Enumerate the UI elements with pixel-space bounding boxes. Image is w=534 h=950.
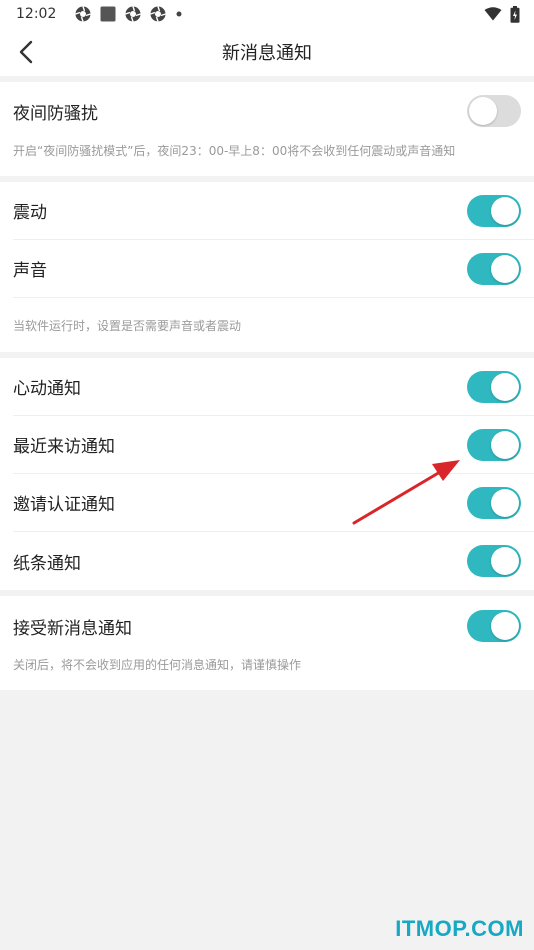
alert-section: 震动 声音 当软件运行时，设置是否需要声音或者震动: [0, 182, 534, 352]
aperture-icon: [150, 6, 167, 22]
sound-label: 声音: [13, 261, 47, 281]
note-notify-toggle[interactable]: [467, 545, 521, 577]
toggle-knob: [491, 488, 519, 517]
heartbeat-notify-toggle[interactable]: [467, 370, 521, 403]
chevron-left-icon: [19, 40, 33, 64]
vibrate-label: 震动: [13, 203, 47, 223]
sound-row: 声音: [13, 240, 534, 298]
note-notify-row: 纸条通知: [13, 532, 534, 590]
app-bar: 新消息通知: [0, 28, 534, 76]
aperture-icon: [75, 6, 92, 22]
vibrate-toggle[interactable]: [467, 194, 521, 227]
status-left: 12:02: [16, 6, 183, 22]
receive-section: 接受新消息通知 关闭后，将不会收到应用的任何消息通知，请谨慎操作: [0, 596, 534, 690]
sound-toggle[interactable]: [467, 252, 521, 285]
receive-notify-toggle[interactable]: [467, 610, 521, 642]
toggle-knob: [469, 97, 497, 125]
heartbeat-notify-row: 心动通知: [13, 358, 534, 416]
receive-notify-row: 接受新消息通知: [13, 596, 534, 656]
toggle-knob: [491, 196, 519, 225]
toggle-knob: [491, 372, 519, 401]
vibrate-row: 震动: [13, 182, 534, 240]
receive-hint: 关闭后，将不会收到应用的任何消息通知，请谨慎操作: [13, 658, 302, 672]
alert-hint: 当软件运行时，设置是否需要声音或者震动: [13, 318, 242, 333]
recent-visit-notify-label: 最近来访通知: [13, 437, 115, 457]
toggle-knob: [491, 430, 519, 459]
status-bar: 12:02: [0, 0, 534, 28]
dot-icon: [176, 11, 182, 17]
recent-visit-notify-toggle[interactable]: [467, 428, 521, 461]
status-right: [484, 5, 520, 23]
toggle-knob: [491, 254, 519, 283]
note-notify-label: 纸条通知: [13, 553, 81, 574]
heartbeat-notify-label: 心动通知: [13, 379, 81, 399]
wifi-icon: [484, 7, 502, 21]
night-mode-toggle[interactable]: [467, 95, 521, 127]
status-time: 12:02: [16, 6, 57, 22]
invite-verify-notify-row: 邀请认证通知: [13, 474, 534, 532]
receive-notify-label: 接受新消息通知: [13, 618, 132, 639]
watermark: ITMOP.COM: [395, 916, 524, 941]
invite-verify-notify-label: 邀请认证通知: [13, 495, 115, 515]
night-mode-row: 夜间防骚扰: [13, 82, 534, 140]
square-icon: [100, 6, 116, 22]
aperture-icon: [125, 6, 142, 22]
invite-verify-notify-toggle[interactable]: [467, 486, 521, 519]
night-mode-label: 夜间防骚扰: [13, 103, 98, 124]
page-title: 新消息通知: [222, 43, 312, 64]
night-mode-section: 夜间防骚扰 开启“夜间防骚扰模式”后，夜间23：00-早上8：00将不会收到任何…: [0, 82, 534, 176]
recent-visit-notify-row: 最近来访通知: [13, 416, 534, 474]
toggle-knob: [491, 547, 519, 575]
night-mode-hint: 开启“夜间防骚扰模式”后，夜间23：00-早上8：00将不会收到任何震动或声音通…: [13, 144, 456, 158]
notification-section: 心动通知 最近来访通知 邀请认证通知 纸条通知: [0, 358, 534, 590]
battery-icon: [510, 5, 520, 23]
toggle-knob: [491, 612, 519, 640]
back-button[interactable]: [8, 34, 44, 70]
